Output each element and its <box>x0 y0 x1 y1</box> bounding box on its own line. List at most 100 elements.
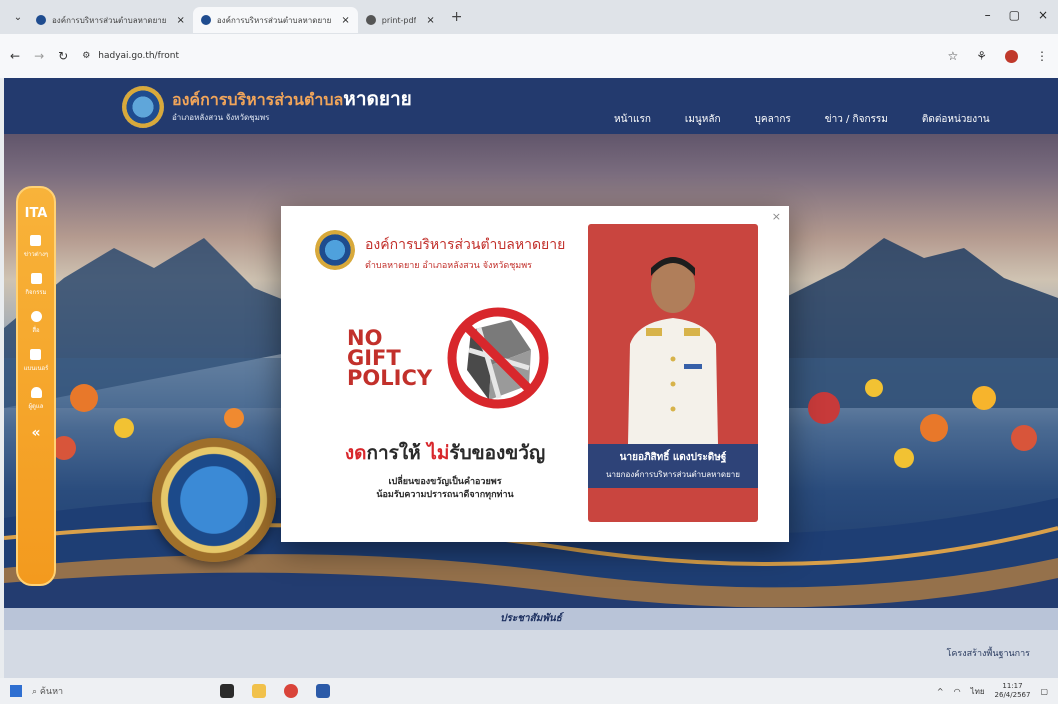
infrastructure-link[interactable]: โครงสร้างพื้นฐานการ <box>947 646 1030 660</box>
taskbar-search-label: ค้นหา <box>39 687 64 697</box>
tab-close-icon[interactable]: × <box>341 15 349 26</box>
site-info-icon[interactable]: ⚙ <box>82 51 90 61</box>
quick-sidebar: ITA ข่าวต่างๆ กิจกรรม สื่อ แบนเนอร์ ผู้ด… <box>16 186 56 586</box>
browser-tab-3[interactable]: print-pdf × <box>358 7 443 33</box>
taskbar-apps <box>220 684 330 698</box>
policy-subtext-2: น้อมรับความปรารถนาดีจากทุกท่าน <box>376 490 514 500</box>
sidebar-item-label: สื่อ <box>32 327 40 334</box>
sidebar-item-admin[interactable]: ผู้ดูแล <box>28 387 44 411</box>
pr-section-title: ประชาสัมพันธ์ <box>4 608 1058 630</box>
site-subtitle: อำเภอหลังสวน จังหวัดชุมพร <box>172 113 270 122</box>
toolbar-right: ☆ ⚘ ⋮ <box>947 49 1048 63</box>
taskbar-search[interactable]: ⌕ ค้นหา <box>32 684 63 698</box>
url-text: hadyai.go.th/front <box>98 51 179 61</box>
no-gift-prohibition-icon <box>447 307 549 409</box>
org-seal-emblem <box>152 438 276 562</box>
tray-chevron-icon[interactable]: ^ <box>937 687 944 696</box>
clock-date: 26/4/2567 <box>994 691 1031 699</box>
no-gift-policy-popup: × องค์การบริหารส่วนตำบลหาดยาย ตำบลหาดยาย… <box>281 206 789 542</box>
extensions-icon[interactable]: ⚘ <box>976 49 987 63</box>
nav-personnel[interactable]: บุคลากร <box>755 112 791 127</box>
sidebar-item-banner[interactable]: แบนเนอร์ <box>24 349 48 373</box>
reload-icon[interactable]: ↻ <box>58 49 68 63</box>
notifications-icon[interactable]: ▢ <box>1040 687 1048 696</box>
popup-org-address: ตำบลหาดยาย อำเภอหลังสวน จังหวัดชุมพร <box>365 261 533 271</box>
slogan-part: รับของขวัญ <box>449 442 546 464</box>
policy-line: POLICY <box>347 366 433 390</box>
calendar-icon <box>30 273 42 284</box>
tab-title: องค์การบริหารส่วนตำบลหาดยาย <box>216 15 332 25</box>
minimize-icon[interactable]: – <box>985 8 991 22</box>
nav-main-menu[interactable]: เมนูหลัก <box>685 112 721 127</box>
sidebar-item-label: ข่าวต่างๆ <box>23 251 49 258</box>
mayor-photo <box>628 257 718 444</box>
sidebar-item-label: ผู้ดูแล <box>28 403 44 410</box>
policy-line: NO <box>347 326 383 350</box>
org-logo[interactable] <box>122 86 164 128</box>
popup-org-name: องค์การบริหารส่วนตำบลหาดยาย <box>365 237 566 253</box>
site-favicon-icon <box>200 15 211 25</box>
new-tab-button[interactable]: + <box>443 9 471 25</box>
maximize-icon[interactable]: ▢ <box>1009 8 1020 22</box>
site-header: องค์การบริหารส่วนตำบลหาดยาย อำเภอหลังสวน… <box>4 78 1058 134</box>
wifi-icon[interactable]: ◠ <box>954 687 961 696</box>
system-tray: ^ ◠ ไทย 11:17 26/4/2567 ▢ <box>937 682 1048 700</box>
main-nav: หน้าแรก เมนูหลัก บุคลากร ข่าว / กิจกรรม … <box>614 112 990 127</box>
policy-line: GIFT <box>347 346 401 370</box>
tab-title: print-pdf <box>381 15 417 25</box>
site-title-main: หาดยาย <box>343 88 412 110</box>
mayor-portrait: นายอภิสิทธิ์ แดงประดิษฐ์ นายกองค์การบริห… <box>588 224 758 522</box>
news-icon <box>30 235 42 246</box>
profile-avatar[interactable] <box>1005 49 1018 63</box>
browser-tab-1[interactable]: องค์การบริหารส่วนตำบลหาดยาย × <box>28 7 193 33</box>
site-title-prefix: องค์การบริหารส่วนตำบล <box>172 90 344 109</box>
window-controls: – ▢ × <box>985 8 1048 22</box>
tab-close-icon[interactable]: × <box>176 15 184 26</box>
pr-section: โครงสร้างพื้นฐานการ <box>4 630 1058 678</box>
sidebar-item-label: กิจกรรม <box>25 289 47 296</box>
popup-close-icon[interactable]: × <box>772 210 781 223</box>
play-icon <box>30 311 42 322</box>
flag-icon <box>30 349 42 360</box>
sidebar-item-media[interactable]: สื่อ <box>30 311 42 335</box>
sidebar-item-activities[interactable]: กิจกรรม <box>25 273 47 297</box>
site-title[interactable]: องค์การบริหารส่วนตำบลหาดยาย <box>172 84 412 114</box>
nav-contact[interactable]: ติดต่อหน่วยงาน <box>922 112 990 127</box>
popup-org-logo <box>315 230 355 270</box>
user-icon <box>30 387 42 398</box>
tab-close-icon[interactable]: × <box>426 15 434 26</box>
chrome-icon[interactable] <box>284 684 298 698</box>
ita-logo[interactable]: ITA <box>25 206 48 221</box>
policy-slogan: งดการให้ ไม่รับของขวัญ <box>315 438 575 468</box>
tab-search-chevron-icon[interactable]: ⌄ <box>8 12 28 23</box>
screen: ⌄ องค์การบริหารส่วนตำบลหาดยาย × องค์การบ… <box>0 0 1058 704</box>
site-favicon-icon <box>36 15 46 25</box>
no-gift-policy-heading: NO GIFT POLICY <box>347 326 433 390</box>
taskbar-clock[interactable]: 11:17 26/4/2567 <box>995 682 1031 700</box>
windows-start-icon[interactable] <box>10 685 22 697</box>
forward-icon[interactable]: → <box>34 49 44 63</box>
os-taskbar: ⌕ ค้นหา ^ ◠ ไทย 11:17 26/4/2567 ▢ <box>0 678 1058 704</box>
browser-tabstrip: ⌄ องค์การบริหารส่วนตำบลหาดยาย × องค์การบ… <box>0 0 1058 34</box>
app-icon[interactable] <box>220 684 234 698</box>
slogan-part: ไม่ <box>427 442 450 464</box>
back-icon[interactable]: ← <box>10 49 20 63</box>
collapse-sidebar-icon[interactable]: « <box>31 425 40 441</box>
file-explorer-icon[interactable] <box>252 684 266 698</box>
nav-home[interactable]: หน้าแรก <box>614 112 651 127</box>
clock-time: 11:17 <box>1002 682 1023 690</box>
bookmark-star-icon[interactable]: ☆ <box>947 49 958 63</box>
browser-toolbar: ← → ↻ ⚙ hadyai.go.th/front ☆ ⚘ ⋮ <box>0 34 1058 78</box>
mayor-title: นายกองค์การบริหารส่วนตำบลหาดยาย <box>606 470 740 479</box>
word-icon[interactable] <box>316 684 330 698</box>
window-close-icon[interactable]: × <box>1038 8 1048 22</box>
pdf-favicon-icon <box>365 15 376 25</box>
browser-menu-icon[interactable]: ⋮ <box>1036 49 1048 63</box>
policy-subtext-1: เปลี่ยนของขวัญเป็นคำอวยพร <box>388 477 502 487</box>
browser-tab-2[interactable]: องค์การบริหารส่วนตำบลหาดยาย × <box>192 7 358 33</box>
nav-news[interactable]: ข่าว / กิจกรรม <box>825 112 888 127</box>
sidebar-item-news[interactable]: ข่าวต่างๆ <box>24 235 48 259</box>
address-bar[interactable]: ⚙ hadyai.go.th/front <box>82 51 179 61</box>
lang-indicator[interactable]: ไทย <box>971 685 985 698</box>
mayor-name: นายอภิสิทธิ์ แดงประดิษฐ์ <box>619 452 727 463</box>
